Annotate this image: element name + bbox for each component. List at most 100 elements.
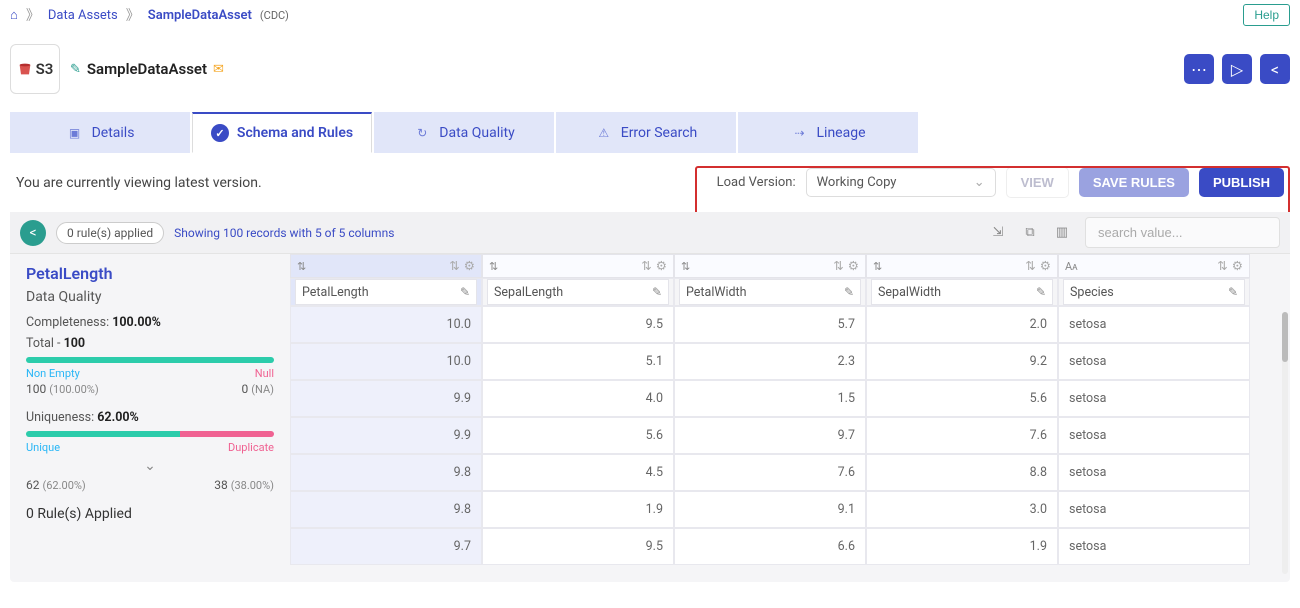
- version-status: You are currently viewing latest version…: [16, 175, 262, 191]
- column-header[interactable]: ⇅ ⇅ ⚙: [290, 254, 482, 278]
- column-header[interactable]: ⇅⇅ ⚙: [866, 254, 1058, 278]
- tab-lineage[interactable]: ⇢ Lineage: [738, 112, 918, 153]
- gear-icon[interactable]: ⚙: [1040, 258, 1051, 274]
- column-name-cell: PetalLength✎: [290, 278, 482, 306]
- column-name[interactable]: Species✎: [1063, 279, 1245, 305]
- table-cell: 9.5: [482, 528, 674, 565]
- tab-details[interactable]: ▣ Details: [10, 112, 190, 153]
- table-cell: 2.3: [674, 343, 866, 380]
- tabs: ▣ Details ✓ Schema and Rules ↻ Data Qual…: [10, 112, 1290, 153]
- schema-icon: ✓: [211, 124, 229, 142]
- columns-icon[interactable]: ▥: [1053, 224, 1071, 242]
- type-icon: Aᴀ: [1065, 260, 1078, 273]
- tab-error-search[interactable]: ⚠ Error Search: [556, 112, 736, 153]
- table-cell: 1.9: [866, 528, 1058, 565]
- run-button[interactable]: ▷: [1222, 54, 1252, 84]
- table-cell: setosa: [1058, 417, 1250, 454]
- uniqueness-values: 62 (62.00%) 38 (38.00%): [26, 478, 274, 492]
- record-count: Showing 100 records with 5 of 5 columns: [174, 226, 394, 240]
- tab-label: Data Quality: [439, 125, 514, 141]
- table-cell: 9.8: [290, 491, 482, 528]
- total-line: Total - 100: [26, 336, 274, 351]
- edit-icon[interactable]: ✎: [652, 285, 662, 299]
- more-button[interactable]: ⋯: [1184, 54, 1214, 84]
- table-cell: 7.6: [674, 454, 866, 491]
- table-cell: 7.6: [866, 417, 1058, 454]
- edit-icon[interactable]: ✎: [844, 285, 854, 299]
- sort-icon[interactable]: ⇅: [833, 258, 843, 274]
- collapse-button[interactable]: <: [20, 220, 46, 246]
- column-header[interactable]: Aᴀ ⇅ ⚙: [1058, 254, 1250, 278]
- page-header: S3 ✎ SampleDataAsset ✉ ⋯ ▷ <: [0, 30, 1300, 106]
- sort-icon[interactable]: ⇅: [1025, 258, 1035, 274]
- gear-icon[interactable]: ⚙: [464, 258, 475, 274]
- table-cell: 8.8: [866, 454, 1058, 491]
- mail-icon[interactable]: ✉: [213, 62, 224, 77]
- expand-toggle[interactable]: ⌄: [26, 458, 274, 474]
- help-button[interactable]: Help: [1243, 4, 1290, 26]
- table-cell: 5.6: [866, 380, 1058, 417]
- gear-icon[interactable]: ⚙: [656, 258, 667, 274]
- sidebar-section-title: Data Quality: [26, 289, 274, 305]
- copy-icon[interactable]: ⧉: [1021, 224, 1039, 242]
- table-cell: setosa: [1058, 306, 1250, 343]
- rules-applied-pill: 0 rule(s) applied: [56, 222, 164, 244]
- table-cell: 9.5: [482, 306, 674, 343]
- completeness-legend: Non Empty Null: [26, 367, 274, 380]
- tab-label: Schema and Rules: [237, 125, 353, 141]
- column-name[interactable]: SepalWidth✎: [871, 279, 1053, 305]
- sort-icon[interactable]: ⇅: [1217, 258, 1227, 274]
- completeness-bar: [26, 357, 274, 363]
- sort-icon[interactable]: ⇅: [449, 258, 459, 274]
- publish-button[interactable]: PUBLISH: [1199, 168, 1284, 197]
- tab-schema-rules[interactable]: ✓ Schema and Rules: [192, 112, 372, 153]
- gear-icon[interactable]: ⚙: [1232, 258, 1243, 274]
- bucket-icon: [17, 61, 33, 77]
- uniqueness-legend: Unique Duplicate: [26, 441, 274, 454]
- chevron-down-icon: ⌄: [974, 175, 985, 190]
- column-name-cell: SepalLength✎: [482, 278, 674, 306]
- edit-icon[interactable]: ✎: [460, 285, 470, 299]
- rules-bar: < 0 rule(s) applied Showing 100 records …: [10, 212, 1290, 254]
- export-icon[interactable]: ⇲: [989, 224, 1007, 242]
- chevron-left-icon: <: [1271, 60, 1279, 79]
- edit-icon[interactable]: ✎: [70, 62, 81, 77]
- column-name[interactable]: PetalLength✎: [295, 279, 477, 305]
- column-header[interactable]: ⇅⇅ ⚙: [482, 254, 674, 278]
- gear-icon[interactable]: ⚙: [848, 258, 859, 274]
- search-input[interactable]: [1096, 224, 1269, 241]
- load-version-label: Load Version:: [717, 175, 796, 190]
- table-cell: 9.7: [290, 528, 482, 565]
- table-cell: setosa: [1058, 491, 1250, 528]
- back-button[interactable]: <: [1260, 54, 1290, 84]
- chevron-right-icon: 》: [126, 5, 140, 25]
- play-icon: ▷: [1231, 60, 1243, 79]
- column-name[interactable]: PetalWidth✎: [679, 279, 861, 305]
- tab-data-quality[interactable]: ↻ Data Quality: [374, 112, 554, 153]
- source-badge: S3: [10, 44, 60, 94]
- load-version-select[interactable]: Working Copy ⌄: [806, 168, 996, 197]
- scrollbar[interactable]: [1282, 312, 1288, 574]
- table-cell: 9.9: [290, 417, 482, 454]
- type-icon: ⇅: [297, 260, 306, 273]
- table-cell: 9.1: [674, 491, 866, 528]
- save-rules-button: SAVE RULES: [1079, 168, 1189, 197]
- table-cell: setosa: [1058, 454, 1250, 491]
- column-name-cell: Species✎: [1058, 278, 1250, 306]
- table-cell: 1.5: [674, 380, 866, 417]
- page-title: SampleDataAsset: [87, 60, 207, 78]
- sidebar-column-name: PetalLength: [26, 264, 274, 283]
- breadcrumb-root[interactable]: Data Assets: [48, 8, 118, 23]
- column-name[interactable]: SepalLength✎: [487, 279, 669, 305]
- type-icon: ⇅: [681, 260, 690, 273]
- breadcrumb-asset[interactable]: SampleDataAsset: [148, 8, 252, 23]
- column-header[interactable]: ⇅ ⇅ ⚙: [674, 254, 866, 278]
- home-icon[interactable]: ⌂: [10, 7, 18, 23]
- sort-icon[interactable]: ⇅: [641, 258, 651, 274]
- data-table: ⇅⇅ ⚙⇅⇅ ⚙⇅⇅ ⚙⇅⇅ ⚙Aᴀ⇅ ⚙PetalLength✎SepalLe…: [290, 212, 1290, 582]
- table-cell: 3.0: [866, 491, 1058, 528]
- edit-icon[interactable]: ✎: [1036, 285, 1046, 299]
- edit-icon[interactable]: ✎: [1228, 285, 1238, 299]
- table-cell: setosa: [1058, 380, 1250, 417]
- table-cell: 4.0: [482, 380, 674, 417]
